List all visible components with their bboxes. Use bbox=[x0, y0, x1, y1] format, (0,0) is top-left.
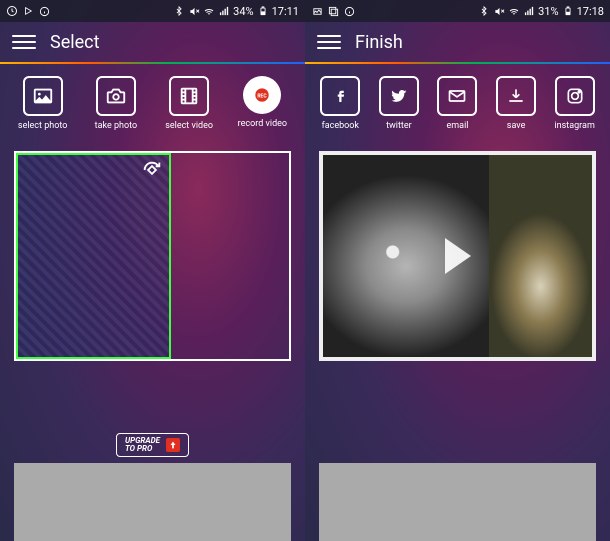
collage-slot-1[interactable] bbox=[16, 153, 171, 359]
menu-icon[interactable] bbox=[317, 30, 341, 54]
ad-placeholder bbox=[14, 463, 291, 541]
app-header: Select bbox=[0, 22, 305, 62]
select-video-button[interactable]: select video bbox=[159, 76, 219, 131]
page-title: Select bbox=[50, 32, 99, 53]
clock-text: 17:18 bbox=[577, 5, 604, 18]
record-icon: REC bbox=[243, 76, 281, 114]
action-label: select photo bbox=[18, 121, 67, 131]
collage-canvas bbox=[0, 139, 305, 425]
twitter-button[interactable]: twitter bbox=[370, 76, 429, 131]
facebook-icon bbox=[320, 76, 360, 116]
mute-icon bbox=[188, 5, 200, 17]
action-row: facebook twitter email save instagram bbox=[305, 64, 610, 139]
action-label: record video bbox=[238, 119, 287, 129]
select-photo-button[interactable]: select photo bbox=[13, 76, 73, 131]
video-preview[interactable] bbox=[319, 151, 596, 361]
clock-icon bbox=[6, 5, 18, 17]
image-icon bbox=[311, 5, 323, 17]
signal-icon bbox=[218, 5, 230, 17]
upgrade-area: UPGRADE TO PRO bbox=[0, 425, 305, 463]
signal-icon bbox=[523, 5, 535, 17]
download-icon bbox=[496, 76, 536, 116]
rotate-icon[interactable] bbox=[141, 159, 163, 181]
info-icon bbox=[343, 5, 355, 17]
status-right-icons: 31% 17:18 bbox=[478, 5, 604, 18]
battery-text: 34% bbox=[233, 5, 253, 18]
ad-placeholder bbox=[319, 463, 596, 541]
play-icon[interactable] bbox=[445, 238, 471, 274]
save-button[interactable]: save bbox=[487, 76, 546, 131]
app-header: Finish bbox=[305, 22, 610, 62]
action-label: take photo bbox=[95, 121, 137, 131]
play-icon bbox=[22, 5, 34, 17]
wifi-icon bbox=[508, 5, 520, 17]
collage-frame bbox=[14, 151, 291, 361]
action-label: instagram bbox=[554, 121, 594, 131]
status-left-icons bbox=[6, 5, 50, 17]
preview-right-image bbox=[489, 155, 592, 357]
battery-icon bbox=[562, 5, 574, 17]
instagram-button[interactable]: instagram bbox=[545, 76, 604, 131]
battery-icon bbox=[257, 5, 269, 17]
bluetooth-icon bbox=[173, 5, 185, 17]
svg-text:REC: REC bbox=[258, 94, 268, 100]
preview-canvas bbox=[305, 139, 610, 433]
menu-icon[interactable] bbox=[12, 30, 36, 54]
action-label: facebook bbox=[322, 121, 359, 131]
record-video-button[interactable]: REC record video bbox=[232, 76, 292, 131]
action-label: save bbox=[507, 121, 526, 131]
instagram-icon bbox=[555, 76, 595, 116]
screen-select: 34% 17:11 Select select photo take photo bbox=[0, 0, 305, 541]
collage-slot-2[interactable] bbox=[171, 153, 289, 359]
email-button[interactable]: email bbox=[428, 76, 487, 131]
facebook-button[interactable]: facebook bbox=[311, 76, 370, 131]
film-icon bbox=[169, 76, 209, 116]
action-label: twitter bbox=[386, 121, 412, 131]
clock-text: 17:11 bbox=[272, 5, 299, 18]
camera-icon bbox=[96, 76, 136, 116]
info-icon bbox=[38, 5, 50, 17]
wifi-icon bbox=[203, 5, 215, 17]
spacer bbox=[305, 433, 610, 463]
page-title: Finish bbox=[355, 32, 403, 53]
status-left-icons bbox=[311, 5, 355, 17]
upgrade-line2: TO PRO bbox=[125, 445, 160, 453]
status-right-icons: 34% 17:11 bbox=[173, 5, 299, 18]
email-icon bbox=[437, 76, 477, 116]
image-icon bbox=[23, 76, 63, 116]
status-bar: 31% 17:18 bbox=[305, 0, 610, 22]
bluetooth-icon bbox=[478, 5, 490, 17]
status-bar: 34% 17:11 bbox=[0, 0, 305, 22]
battery-text: 31% bbox=[538, 5, 558, 18]
action-label: email bbox=[447, 121, 469, 131]
arrow-up-icon bbox=[166, 438, 180, 452]
action-row: select photo take photo select video REC… bbox=[0, 64, 305, 139]
action-label: select video bbox=[165, 121, 213, 131]
mute-icon bbox=[493, 5, 505, 17]
gallery-icon bbox=[327, 5, 339, 17]
upgrade-button[interactable]: UPGRADE TO PRO bbox=[116, 433, 189, 457]
take-photo-button[interactable]: take photo bbox=[86, 76, 146, 131]
screen-finish: 31% 17:18 Finish facebook twitter bbox=[305, 0, 610, 541]
twitter-icon bbox=[379, 76, 419, 116]
